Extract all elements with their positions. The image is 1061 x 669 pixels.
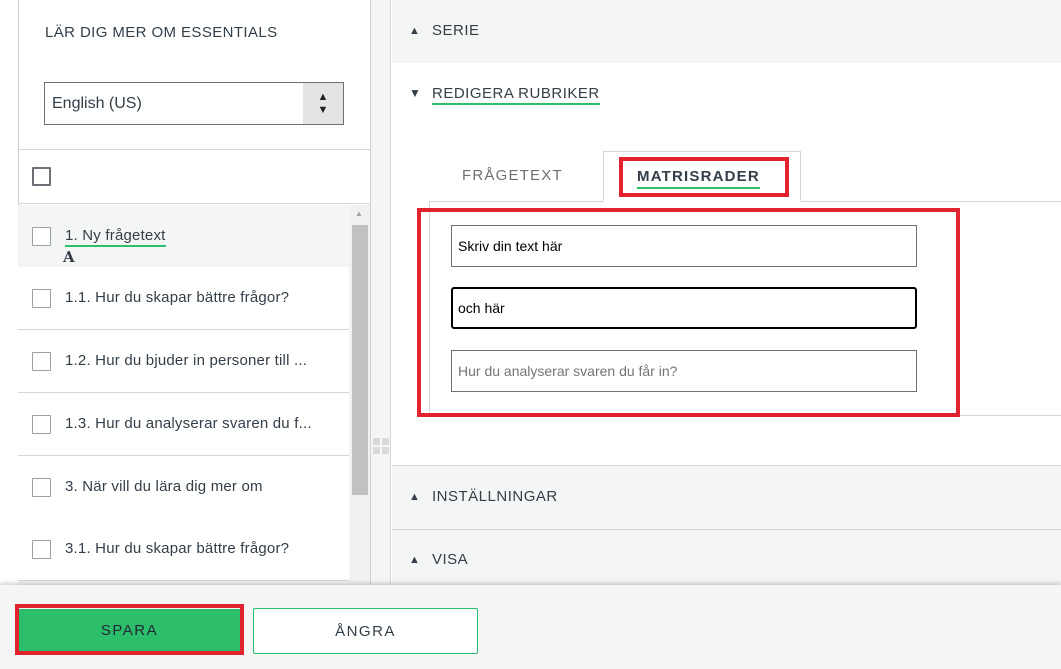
list-item-text[interactable]: 1. Ny frågetext — [65, 227, 166, 247]
tab-label: MATRISRADER — [637, 168, 760, 189]
section-edit-headings: ▼ REDIGERA RUBRIKER FRÅGETEXT MATRISRADE… — [392, 63, 1061, 466]
undo-button[interactable]: ÅNGRA — [253, 608, 478, 654]
drag-handle-icon[interactable] — [373, 438, 389, 454]
scroll-up-icon[interactable]: ▲ — [355, 209, 363, 218]
question-checkbox[interactable] — [32, 352, 51, 371]
matrix-row-input[interactable] — [451, 225, 917, 267]
list-item[interactable]: 1.1. Hur du skapar bättre frågor? — [18, 267, 349, 330]
matrix-row-input[interactable] — [451, 287, 917, 329]
section-settings[interactable]: ▲ INSTÄLLNINGAR — [392, 466, 1061, 530]
question-list: 1. Ny frågetext A 1.1. Hur du skapar bät… — [18, 205, 370, 585]
collapse-arrow-icon: ▲ — [409, 491, 420, 503]
question-list-container: 1. Ny frågetext A 1.1. Hur du skapar bät… — [18, 0, 371, 585]
question-checkbox[interactable] — [32, 227, 51, 246]
scrollbar-thumb[interactable] — [352, 225, 368, 495]
tab-matrix-rows[interactable]: MATRISRADER — [603, 151, 801, 202]
list-item[interactable]: 3.1. Hur du skapar bättre frågor? — [18, 518, 349, 581]
list-scrollbar[interactable]: ▲ — [350, 205, 370, 585]
list-item-text: 1.2. Hur du bjuder in personer till ... — [65, 352, 308, 369]
footer-bar: SPARA ÅNGRA — [0, 585, 1061, 669]
list-item-text: 3. När vill du lära dig mer om — [65, 478, 263, 495]
section-serie[interactable]: ▲ SERIE — [392, 0, 1061, 64]
question-checkbox[interactable] — [32, 415, 51, 434]
question-checkbox[interactable] — [32, 478, 51, 497]
collapse-arrow-icon: ▲ — [409, 554, 420, 566]
section-label: SERIE — [432, 22, 480, 39]
matrix-row-input[interactable] — [451, 350, 917, 392]
panel-splitter[interactable] — [371, 0, 391, 585]
tab-question-text[interactable]: FRÅGETEXT — [462, 167, 563, 184]
question-checkbox[interactable] — [32, 289, 51, 308]
section-label: INSTÄLLNINGAR — [432, 488, 558, 505]
list-item-text: 3.1. Hur du skapar bättre frågor? — [65, 540, 290, 557]
section-label[interactable]: REDIGERA RUBRIKER — [432, 85, 600, 105]
text-format-icon[interactable]: A — [63, 248, 75, 266]
save-button[interactable]: SPARA — [19, 609, 240, 652]
list-item[interactable]: 1.3. Hur du analyserar svaren du f... — [18, 393, 349, 456]
list-item[interactable]: 1. Ny frågetext A — [18, 205, 349, 267]
list-item-text: 1.1. Hur du skapar bättre frågor? — [65, 289, 290, 306]
list-item[interactable]: 3. När vill du lära dig mer om — [18, 456, 349, 519]
list-item[interactable]: 1.2. Hur du bjuder in personer till ... — [18, 330, 349, 393]
collapse-arrow-icon: ▲ — [409, 25, 420, 37]
properties-panel: ▲ SERIE ▼ REDIGERA RUBRIKER FRÅGETEXT MA… — [392, 0, 1061, 585]
section-label: VISA — [432, 551, 469, 568]
expand-arrow-icon[interactable]: ▼ — [409, 86, 421, 100]
section-view[interactable]: ▲ VISA — [392, 530, 1061, 585]
question-checkbox[interactable] — [32, 540, 51, 559]
list-item-text: 1.3. Hur du analyserar svaren du f... — [65, 415, 312, 432]
